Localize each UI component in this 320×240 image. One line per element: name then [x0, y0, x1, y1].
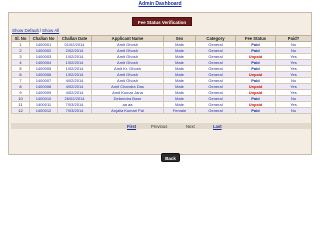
view-filter-links: Show Default/Show All — [12, 28, 59, 33]
col-header-challan-date: Challan Date — [57, 35, 92, 42]
first-page-link[interactable]: First — [127, 124, 136, 129]
table-body: 1 1400001 01/02/2014 Amit Ghosh Male General P… — [11, 41, 312, 114]
dashboard-title[interactable]: Admin Dashboard — [138, 1, 181, 7]
show-default-link[interactable]: Show Default — [12, 28, 39, 33]
cell-fee-status[interactable]: Paid — [235, 107, 276, 114]
last-page-link[interactable]: Last — [213, 124, 222, 129]
next-page-link[interactable]: Next — [186, 124, 195, 129]
page-title: Fee Status Verification — [132, 17, 192, 26]
fee-status-panel: Fee Status Verification Show Default/Sho… — [8, 12, 312, 162]
top-bar: Admin Dashboard — [0, 0, 320, 9]
cell-paid: No — [275, 107, 312, 114]
link-separator: / — [39, 28, 42, 33]
previous-page-link[interactable]: Previous — [151, 124, 167, 129]
table-row: 12 1400012 7/03/2014 Anjalia Kumari Pal Fema… — [11, 107, 312, 114]
fee-status-table: Sl. No Challan No Challan Date Applicant… — [11, 35, 312, 114]
show-all-link[interactable]: Show All — [42, 28, 59, 33]
back-button[interactable]: Back — [161, 153, 180, 162]
cell-challan-date: 7/03/2014 — [57, 107, 92, 114]
cell-sl-no: 12 — [11, 107, 30, 114]
pagination-bar: First Previous Next Last — [11, 123, 311, 129]
cell-sex: Female — [163, 107, 196, 114]
cell-applicant-name: Anjalia Kumari Pal — [91, 107, 164, 114]
cell-challan-no: 1400012 — [29, 107, 58, 114]
cell-category: General — [195, 107, 236, 114]
col-header-challan-no: Challan No — [29, 35, 58, 42]
